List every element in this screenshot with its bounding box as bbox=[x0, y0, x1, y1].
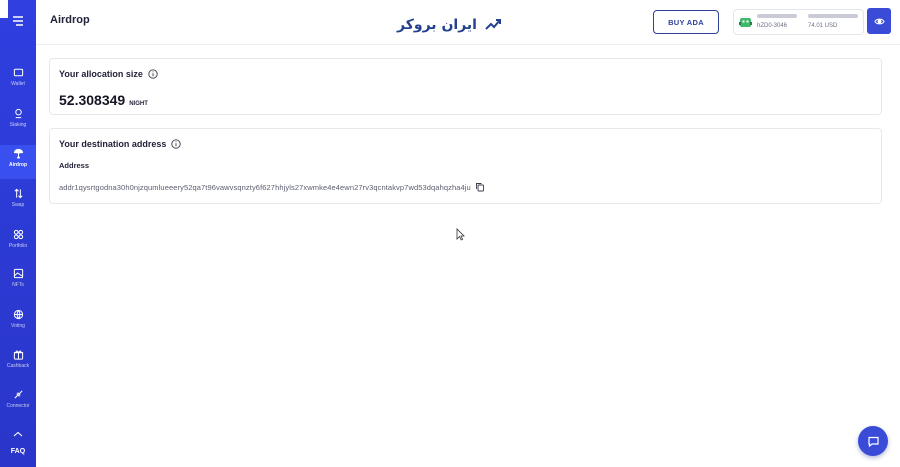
address-label: Address bbox=[59, 161, 90, 170]
airdrop-icon bbox=[13, 148, 23, 159]
sidebar-item-label: Swap bbox=[11, 202, 25, 208]
wallet-balance-redacted bbox=[808, 14, 858, 18]
sidebar-corner bbox=[0, 0, 8, 18]
destination-header: Your destination address bbox=[59, 139, 182, 149]
sidebar-item-label: NFTs bbox=[12, 282, 24, 288]
info-icon[interactable] bbox=[171, 139, 182, 149]
swap-icon bbox=[13, 188, 23, 199]
wallet-icon bbox=[13, 68, 23, 77]
wallet-name-redacted bbox=[757, 14, 797, 18]
chevron-up-icon[interactable] bbox=[12, 431, 24, 437]
allocation-header: Your allocation size bbox=[59, 69, 158, 79]
wallet-balance-usd: 74.01 USD bbox=[808, 23, 838, 29]
sidebar-item-wallet[interactable]: Wallet bbox=[0, 64, 36, 98]
trend-logo-icon bbox=[485, 19, 501, 30]
sidebar-item-label: Voting bbox=[11, 323, 25, 329]
wallet-chip[interactable]: hZD0-3046 74.01 USD bbox=[733, 9, 864, 35]
wallet-address: hZD0-3046 bbox=[757, 23, 788, 29]
nft-icon bbox=[13, 268, 23, 279]
allocation-card: Your allocation size 52.308349 NIGHT bbox=[49, 58, 882, 115]
address-row: addr1qysrtgodna30h0njzqumlueeery52qa7t96… bbox=[59, 182, 485, 192]
faq-link[interactable]: FAQ bbox=[0, 448, 36, 455]
sidebar-item-label: Wallet bbox=[11, 81, 25, 87]
sidebar-item-staking[interactable]: Staking bbox=[0, 105, 36, 139]
sidebar-item-label: Connector bbox=[6, 403, 30, 409]
chat-icon bbox=[867, 436, 879, 447]
brand-text: ایران بروکر bbox=[397, 17, 477, 33]
buy-ada-button[interactable]: BUY ADA bbox=[653, 10, 719, 34]
allocation-title: Your allocation size bbox=[59, 69, 143, 79]
sidebar: Wallet Staking Airdrop Swap Portfolio NF… bbox=[0, 0, 36, 467]
destination-address: addr1qysrtgodna30h0njzqumlueeery52qa7t96… bbox=[59, 182, 471, 192]
sidebar-item-connector[interactable]: Connector bbox=[0, 386, 36, 420]
mouse-cursor-icon bbox=[456, 228, 465, 241]
top-bar: Airdrop ایران بروکر BUY ADA hZD0-3046 74… bbox=[36, 0, 900, 45]
sidebar-item-cashback[interactable]: Cashback bbox=[0, 346, 36, 380]
sidebar-item-label: Cashback bbox=[6, 363, 30, 369]
sidebar-item-voting[interactable]: Voting bbox=[0, 306, 36, 340]
brand-watermark: ایران بروکر bbox=[382, 8, 518, 42]
sidebar-item-swap[interactable]: Swap bbox=[0, 185, 36, 219]
avatar-icon bbox=[739, 18, 752, 27]
toggle-visibility-button[interactable] bbox=[867, 8, 891, 34]
sidebar-item-portfolio[interactable]: Portfolio bbox=[0, 226, 36, 260]
allocation-value: 52.308349 bbox=[59, 92, 126, 108]
wallet-avatar bbox=[739, 16, 752, 29]
allocation-unit: NIGHT bbox=[129, 101, 148, 107]
destination-title: Your destination address bbox=[59, 139, 167, 149]
staking-icon bbox=[14, 108, 22, 119]
copy-icon[interactable] bbox=[475, 182, 485, 192]
cashback-icon bbox=[13, 350, 23, 360]
app-logo-icon[interactable] bbox=[11, 14, 25, 28]
connector-icon bbox=[13, 390, 23, 399]
sidebar-item-label: Airdrop bbox=[8, 162, 28, 168]
info-icon[interactable] bbox=[148, 69, 158, 79]
sidebar-item-nfts[interactable]: NFTs bbox=[0, 265, 36, 299]
sidebar-item-label: Staking bbox=[9, 122, 27, 128]
voting-icon bbox=[13, 309, 23, 320]
sidebar-item-label: Portfolio bbox=[8, 243, 28, 249]
portfolio-icon bbox=[13, 229, 23, 240]
eye-icon bbox=[873, 18, 885, 24]
chat-support-button[interactable] bbox=[858, 426, 888, 456]
sidebar-item-airdrop[interactable]: Airdrop bbox=[0, 145, 36, 179]
page-title: Airdrop bbox=[50, 14, 90, 26]
allocation-amount: 52.308349 NIGHT bbox=[59, 92, 148, 108]
destination-card: Your destination address Address addr1qy… bbox=[49, 128, 882, 204]
